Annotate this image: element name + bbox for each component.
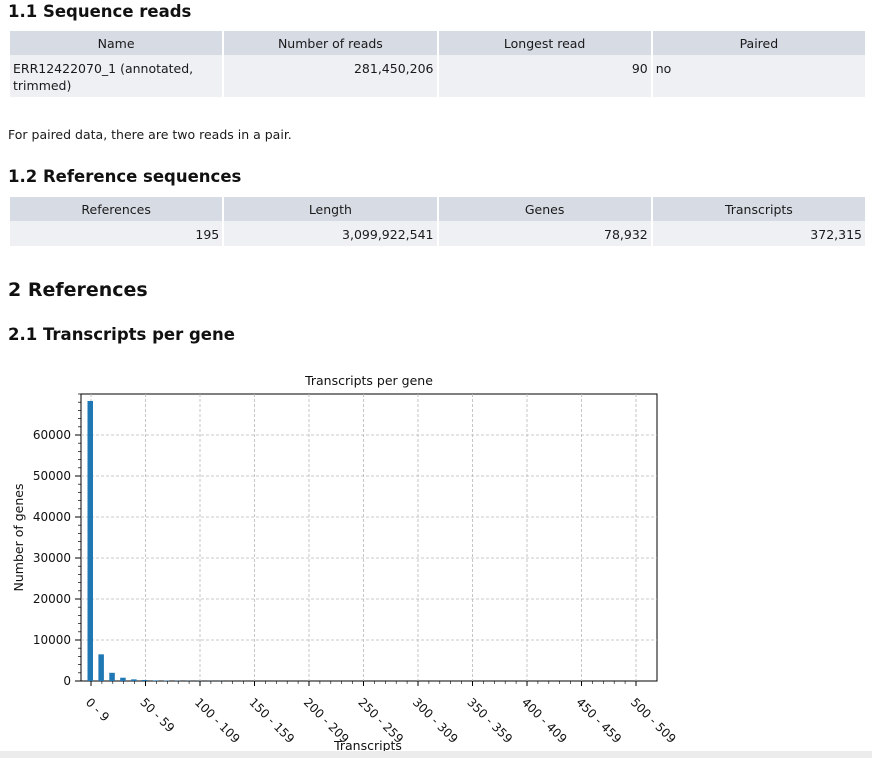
col-header-longest-read[interactable]: Longest read	[438, 31, 651, 55]
x-tick-label: 500 - 509	[628, 695, 679, 746]
cell-number-of-reads: 281,450,206	[224, 55, 437, 97]
bar	[142, 679, 148, 681]
x-tick-label: 150 - 159	[246, 695, 297, 746]
col-header-name[interactable]: Name	[10, 31, 223, 55]
cell-paired: no	[652, 55, 865, 97]
table-row: 195 3,099,922,541 78,932 372,315	[10, 221, 865, 246]
col-header-length[interactable]: Length	[224, 197, 437, 221]
x-tick-label: 450 - 459	[573, 695, 624, 746]
sequence-reads-table: Name Number of reads Longest read Paired…	[8, 31, 867, 97]
x-axis-label: Transcripts	[333, 738, 402, 752]
y-tick-label: 50000	[33, 469, 71, 483]
x-tick-label: 100 - 109	[192, 695, 243, 746]
x-tick-label: 300 - 309	[410, 695, 461, 746]
chart-title: Transcripts per gene	[304, 373, 433, 388]
section-references-heading: 2 References	[8, 279, 148, 301]
x-tick-label: 350 - 359	[464, 695, 515, 746]
y-tick-label: 0	[63, 674, 71, 688]
plot-area	[80, 393, 658, 682]
y-axis-label: Number of genes	[11, 484, 26, 592]
y-tick-label: 10000	[33, 633, 71, 647]
cell-length: 3,099,922,541	[224, 221, 437, 246]
col-header-genes[interactable]: Genes	[438, 197, 651, 221]
bar	[152, 680, 159, 681]
col-header-references[interactable]: References	[10, 197, 223, 221]
bar	[109, 672, 115, 681]
cell-genes: 78,932	[438, 221, 651, 246]
cell-longest-read: 90	[438, 55, 651, 97]
y-tick-label: 60000	[33, 428, 71, 442]
y-tick-label: 20000	[33, 592, 71, 606]
paired-data-note: For paired data, there are two reads in …	[8, 127, 292, 142]
cell-transcripts: 372,315	[652, 221, 865, 246]
col-header-number-of-reads[interactable]: Number of reads	[224, 31, 437, 55]
reference-sequences-table: References Length Genes Transcripts 195 …	[8, 197, 867, 246]
col-header-paired[interactable]: Paired	[652, 31, 865, 55]
y-tick-label: 30000	[33, 551, 71, 565]
section-transcripts-per-gene-heading: 2.1 Transcripts per gene	[8, 325, 235, 344]
col-header-transcripts[interactable]: Transcripts	[652, 197, 865, 221]
cell-name-line1: ERR12422070_1 (annotated,	[13, 61, 194, 76]
cell-name: ERR12422070_1 (annotated, trimmed)	[10, 55, 223, 97]
table-row: ERR12422070_1 (annotated, trimmed) 281,4…	[10, 55, 865, 97]
transcripts-per-gene-chart: 0 10000 20000 30000 40000 50000 60000 0 - 9 50 -…	[11, 373, 679, 752]
x-tick-label: 400 - 409	[519, 695, 570, 746]
x-tick-label: 50 - 59	[137, 695, 177, 735]
y-tick-label: 40000	[33, 510, 71, 524]
section-reference-sequences-heading: 1.2 Reference sequences	[8, 167, 242, 186]
bar	[87, 400, 93, 681]
bar	[131, 679, 137, 681]
cell-references: 195	[10, 221, 223, 246]
bar	[120, 677, 126, 681]
cell-name-line2: trimmed)	[13, 78, 72, 93]
bar	[98, 654, 104, 681]
horizontal-scrollbar[interactable]	[0, 751, 872, 758]
x-tick-label: 0 - 9	[83, 695, 112, 724]
section-sequence-reads-heading: 1.1 Sequence reads	[8, 2, 192, 21]
